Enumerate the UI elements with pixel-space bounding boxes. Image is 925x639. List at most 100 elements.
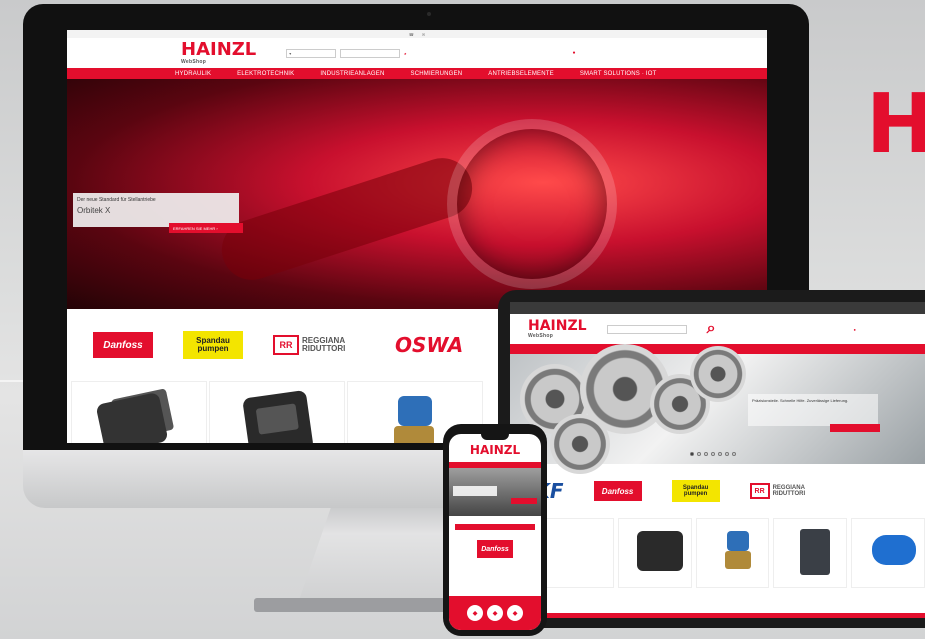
- desktop-search-group: ▾ ⌕: [286, 48, 407, 58]
- slider-dot[interactable]: [432, 311, 438, 317]
- footer-icon[interactable]: ◆: [487, 605, 503, 621]
- reggiana-line2: RIDUTTORI: [772, 491, 806, 497]
- phone-footer: ◆ ◆ ◆: [449, 596, 541, 630]
- phone-notch: [481, 434, 509, 440]
- nav-item[interactable]: HYDRAULIK: [175, 71, 211, 77]
- phone-icon: ☎: [408, 31, 414, 37]
- phone-screen: HAINZL Danfoss ◆ ◆ ◆: [449, 434, 541, 630]
- tablet-hero-cta[interactable]: [830, 424, 880, 432]
- brand-spandau[interactable]: Spandau pumpen: [671, 480, 720, 502]
- brand-reggiana[interactable]: RR REGGIANA RIDUTTORI: [749, 476, 830, 506]
- cart-icon[interactable]: ●: [573, 50, 576, 56]
- desktop-hero-slider: Der neue Standard für Stellantriebe Orbi…: [67, 79, 767, 317]
- spandau-line2: pumpen: [197, 344, 229, 353]
- brand-oswald[interactable]: OSWA: [395, 333, 463, 357]
- search-icon[interactable]: ⌕: [404, 51, 406, 56]
- search-input[interactable]: [606, 324, 687, 334]
- phone-device: HAINZL Danfoss ◆ ◆ ◆: [443, 424, 547, 636]
- solenoid-valve-image: [726, 531, 749, 551]
- brand-danfoss[interactable]: Danfoss: [93, 332, 153, 358]
- reggiana-mark: RR: [273, 335, 299, 355]
- solenoid-valve-body: [724, 551, 751, 569]
- phone-hero: [449, 468, 541, 516]
- slider-dot[interactable]: [441, 311, 447, 317]
- tablet-logo[interactable]: HAINZL WebShop: [528, 319, 587, 339]
- product-card[interactable]: [71, 381, 207, 443]
- slider-dot[interactable]: [690, 452, 694, 456]
- tablet-status-bar: [510, 302, 925, 314]
- reggiana-text: REGGIANA RIDUTTORI: [773, 485, 806, 497]
- control-display-image: [242, 389, 314, 443]
- tablet-hero-caption: Präzisionsteile. Schnelle Hilfe. Zuverlä…: [748, 394, 878, 426]
- solenoid-valve-image: [398, 396, 432, 426]
- tablet-product-row: [510, 518, 925, 588]
- hero-gear-part: [550, 414, 610, 474]
- footer-icon[interactable]: ◆: [507, 605, 523, 621]
- desktop-logo[interactable]: HAINZL WebShop: [181, 39, 257, 66]
- hero-cta-button[interactable]: ERFAHREN SIE MEHR ›: [169, 223, 243, 233]
- reggiana-line2: RIDUTTORI: [302, 344, 346, 353]
- brand-danfoss[interactable]: Danfoss: [477, 540, 513, 558]
- brand-reggiana[interactable]: RR REGGIANA RIDUTTORI: [273, 330, 365, 360]
- search-input[interactable]: [340, 48, 401, 58]
- product-card[interactable]: [695, 518, 770, 588]
- brand-spandau[interactable]: Spandau pumpen: [183, 331, 243, 359]
- phone-red-button[interactable]: [455, 524, 535, 530]
- spandau-line2: pumpen: [683, 491, 708, 497]
- slider-dot[interactable]: [725, 452, 729, 456]
- tablet-device: HAINZL WebShop ⌕ ● Präzisionsteile. Schn…: [498, 290, 925, 628]
- product-card[interactable]: [773, 518, 848, 588]
- category-select[interactable]: ▾: [286, 48, 337, 58]
- hero-caption-line1: Der neue Standard für Stellantriebe: [77, 197, 156, 203]
- hero-shaft: [214, 150, 480, 288]
- slider-dot[interactable]: [387, 311, 393, 317]
- mail-icon: ✉: [421, 31, 426, 37]
- desktop-nav: HYDRAULIK ELEKTROTECHNIK INDUSTRIEANLAGE…: [67, 68, 767, 79]
- nav-item[interactable]: INDUSTRIEANLAGEN: [320, 71, 384, 77]
- nav-item[interactable]: ELEKTROTECHNIK: [237, 71, 294, 77]
- nav-item[interactable]: SMART SOLUTIONS · IOT: [580, 71, 657, 77]
- slider-dot[interactable]: [405, 311, 411, 317]
- nav-item[interactable]: SCHMIERUNGEN: [411, 71, 463, 77]
- camera-icon: [427, 12, 431, 16]
- slider-dot[interactable]: [396, 311, 402, 317]
- product-card[interactable]: [540, 518, 614, 588]
- footer-icon[interactable]: ◆: [467, 605, 483, 621]
- hero-gear-part: [690, 346, 746, 402]
- phone-hero-cta[interactable]: [511, 498, 537, 504]
- slider-dots: [387, 311, 447, 317]
- solenoid-valve-body: [394, 426, 434, 443]
- slider-dot[interactable]: [704, 452, 708, 456]
- search-icon[interactable]: ⌕: [707, 320, 716, 338]
- hero-caption-line2: Orbitek X: [77, 206, 111, 215]
- slider-dot[interactable]: [718, 452, 722, 456]
- tablet-screen: HAINZL WebShop ⌕ ● Präzisionsteile. Schn…: [510, 302, 925, 618]
- slider-dot[interactable]: [423, 311, 429, 317]
- reggiana-text: REGGIANA RIDUTTORI: [302, 337, 345, 353]
- slider-dot[interactable]: [697, 452, 701, 456]
- product-card[interactable]: [209, 381, 345, 443]
- slider-dot[interactable]: [414, 311, 420, 317]
- hero-caption: Der neue Standard für Stellantriebe Orbi…: [73, 193, 243, 233]
- slider-dot[interactable]: [732, 452, 736, 456]
- brand-danfoss[interactable]: Danfoss: [593, 481, 642, 501]
- filter-unit-image: [800, 529, 831, 575]
- cart-icon[interactable]: ●: [854, 327, 856, 332]
- desktop-header: HAINZL WebShop ▾ ⌕ ●: [67, 38, 767, 68]
- product-card[interactable]: [851, 518, 925, 588]
- brand-wordmark: H: [866, 77, 925, 172]
- tablet-header: HAINZL WebShop ⌕ ●: [510, 314, 925, 344]
- desktop-topbar: ☎ ✉: [67, 30, 767, 38]
- hydraulic-pump-image: [95, 391, 169, 443]
- hero-gear: [447, 119, 617, 289]
- product-card[interactable]: [617, 518, 692, 588]
- logo-text: HAINZL: [528, 318, 587, 334]
- phone-hero-caption: [453, 486, 497, 496]
- control-display-image: [636, 531, 683, 571]
- electric-motor-image: [872, 535, 917, 565]
- logo-text: HAINZL: [181, 39, 257, 60]
- slider-dot[interactable]: [711, 452, 715, 456]
- slider-dots: [690, 452, 736, 456]
- reggiana-mark: RR: [749, 483, 770, 499]
- nav-item[interactable]: ANTRIEBSELEMENTE: [488, 71, 554, 77]
